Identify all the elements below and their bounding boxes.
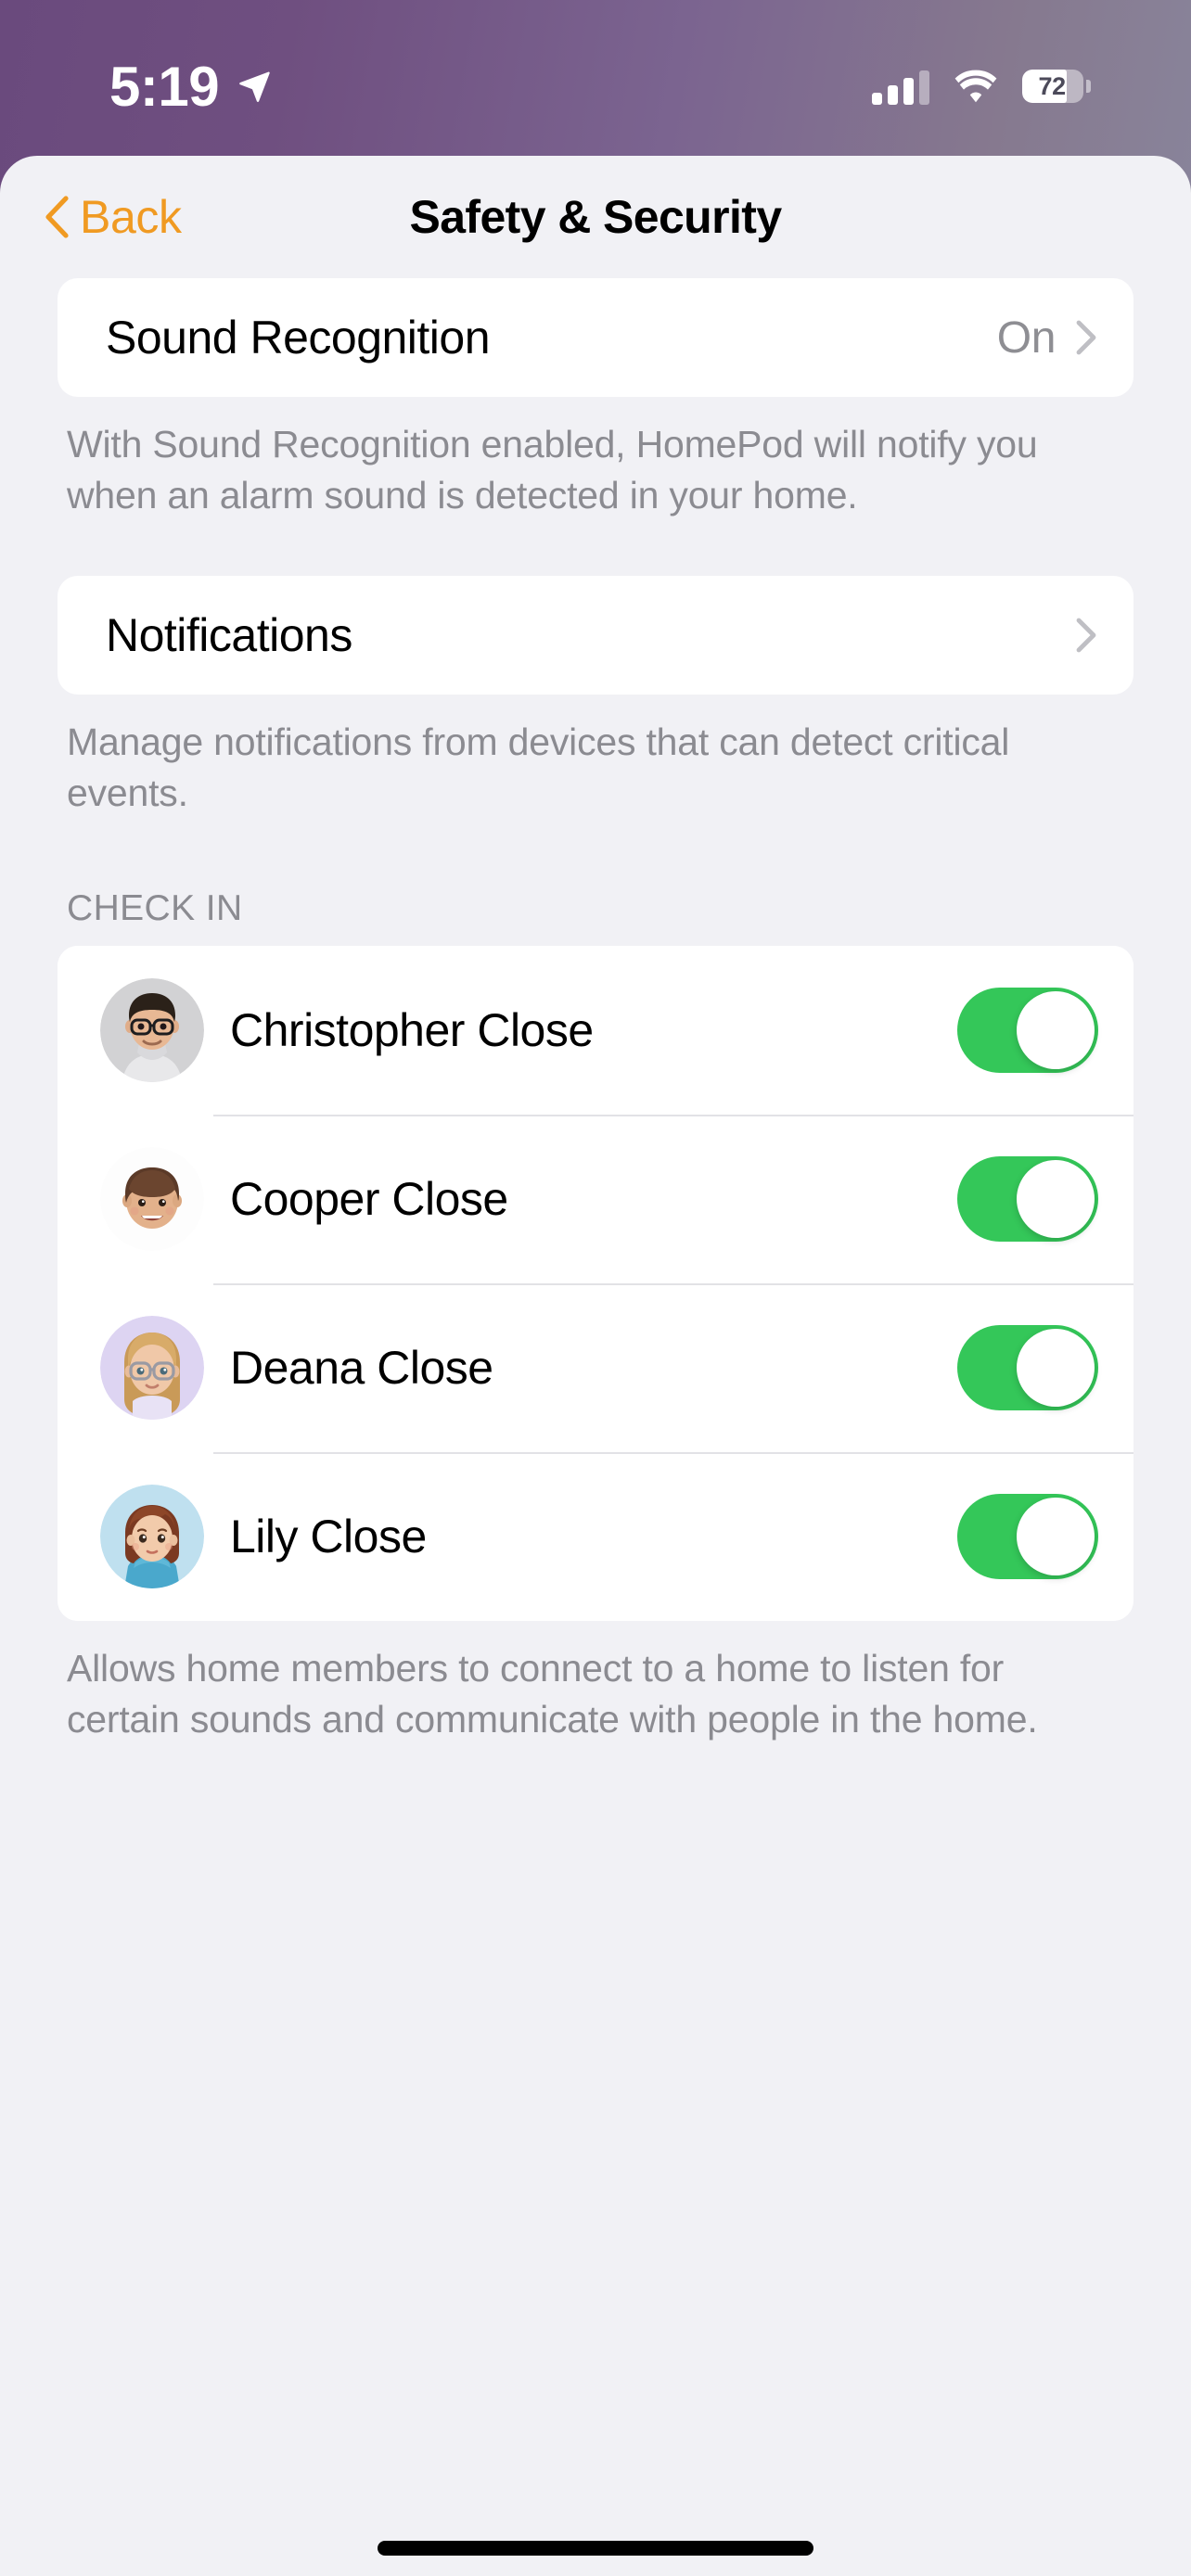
- location-arrow-icon: [239, 71, 270, 102]
- settings-content: Sound Recognition On With Sound Recognit…: [0, 278, 1191, 1744]
- notifications-row[interactable]: Notifications: [58, 576, 1133, 695]
- avatar: [100, 1147, 204, 1252]
- person-name: Deana Close: [230, 1342, 493, 1395]
- sound-recognition-label: Sound Recognition: [106, 312, 491, 363]
- sound-recognition-footer: With Sound Recognition enabled, HomePod …: [67, 423, 1038, 516]
- check-in-toggle[interactable]: [957, 1494, 1098, 1580]
- toggle-knob: [1017, 1329, 1095, 1408]
- status-bar-clock: 5:19: [109, 55, 220, 118]
- list-item[interactable]: Lily Close: [58, 1452, 1133, 1622]
- status-bar-right: 72: [872, 68, 1091, 105]
- check-in-section-header: CHECK IN: [67, 888, 243, 929]
- check-in-toggle[interactable]: [957, 1156, 1098, 1243]
- chevron-right-icon: [1076, 320, 1096, 355]
- notifications-label: Notifications: [106, 609, 352, 662]
- status-bar-left: 5:19: [109, 55, 273, 119]
- person-name: Cooper Close: [230, 1173, 508, 1226]
- check-in-toggle[interactable]: [957, 1325, 1098, 1411]
- toggle-knob: [1017, 1160, 1095, 1239]
- status-bar: 5:19 72: [0, 0, 1191, 156]
- avatar: [100, 978, 204, 1083]
- check-in-footer: Allows home members to connect to a home…: [67, 1647, 1038, 1741]
- battery-icon: 72: [1022, 69, 1091, 104]
- notifications-footer: Manage notifications from devices that c…: [67, 721, 1010, 814]
- chevron-right-icon: [1076, 618, 1096, 653]
- sound-recognition-value: On: [996, 312, 1057, 363]
- toggle-knob: [1017, 991, 1095, 1070]
- battery-shell: 72: [1022, 70, 1084, 103]
- navigation-bar: Back Safety & Security: [0, 156, 1191, 278]
- wifi-icon: [954, 70, 997, 103]
- page-title: Safety & Security: [409, 191, 782, 243]
- avatar: [100, 1316, 204, 1421]
- avatar: [100, 1485, 204, 1589]
- person-name: Lily Close: [230, 1511, 427, 1563]
- sound-recognition-row[interactable]: Sound Recognition On: [58, 278, 1133, 397]
- check-in-toggle[interactable]: [957, 988, 1098, 1074]
- battery-percent-label: 72: [1038, 71, 1067, 100]
- check-in-card: Christopher Close Cooper Close Deana Clo…: [58, 946, 1133, 1622]
- list-item[interactable]: Deana Close: [58, 1283, 1133, 1453]
- notifications-card: Notifications: [58, 576, 1133, 695]
- cellular-signal-icon: [872, 68, 929, 105]
- battery-cap: [1086, 80, 1091, 93]
- list-item[interactable]: Cooper Close: [58, 1115, 1133, 1284]
- settings-sheet: Back Safety & Security Sound Recognition…: [0, 156, 1191, 2576]
- toggle-knob: [1017, 1498, 1095, 1576]
- list-item[interactable]: Christopher Close: [58, 946, 1133, 1116]
- home-indicator[interactable]: [378, 2541, 813, 2556]
- person-name: Christopher Close: [230, 1004, 594, 1057]
- sound-recognition-card: Sound Recognition On: [58, 278, 1133, 397]
